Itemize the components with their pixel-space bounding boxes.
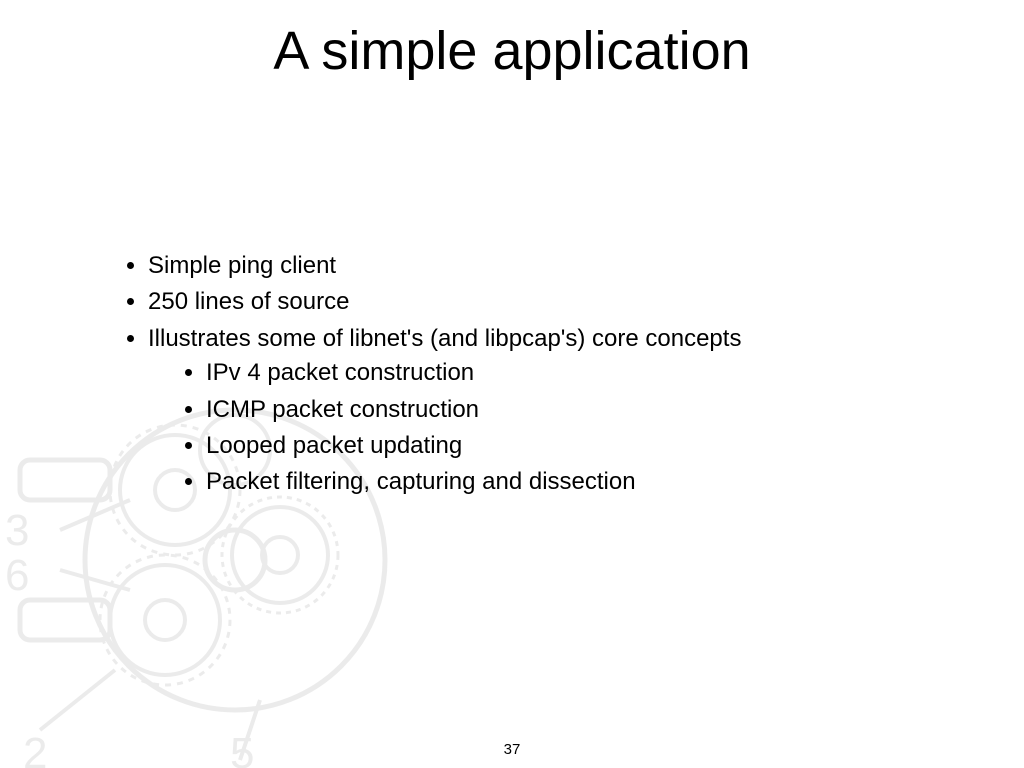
sub-bullet-item: Looped packet updating [206,428,741,464]
bullet-item: Illustrates some of libnet's (and libpca… [148,321,741,503]
slide: 3 6 2 5 A simple application Simple ping… [0,0,1024,768]
page-number: 37 [0,741,1024,758]
bullet-text: Illustrates some of libnet's (and libpca… [148,325,741,352]
slide-body: Simple ping client 250 lines of source I… [120,248,741,503]
sub-bullet-item: Packet filtering, capturing and dissecti… [206,464,741,500]
bg-label-3: 3 [5,506,29,555]
bg-label-6: 6 [5,551,29,600]
bullet-item: 250 lines of source [148,284,741,320]
sub-bullet-item: ICMP packet construction [206,392,741,428]
sub-bullet-item: IPv 4 packet construction [206,355,741,391]
slide-title: A simple application [0,20,1024,82]
bullet-item: Simple ping client [148,248,741,284]
